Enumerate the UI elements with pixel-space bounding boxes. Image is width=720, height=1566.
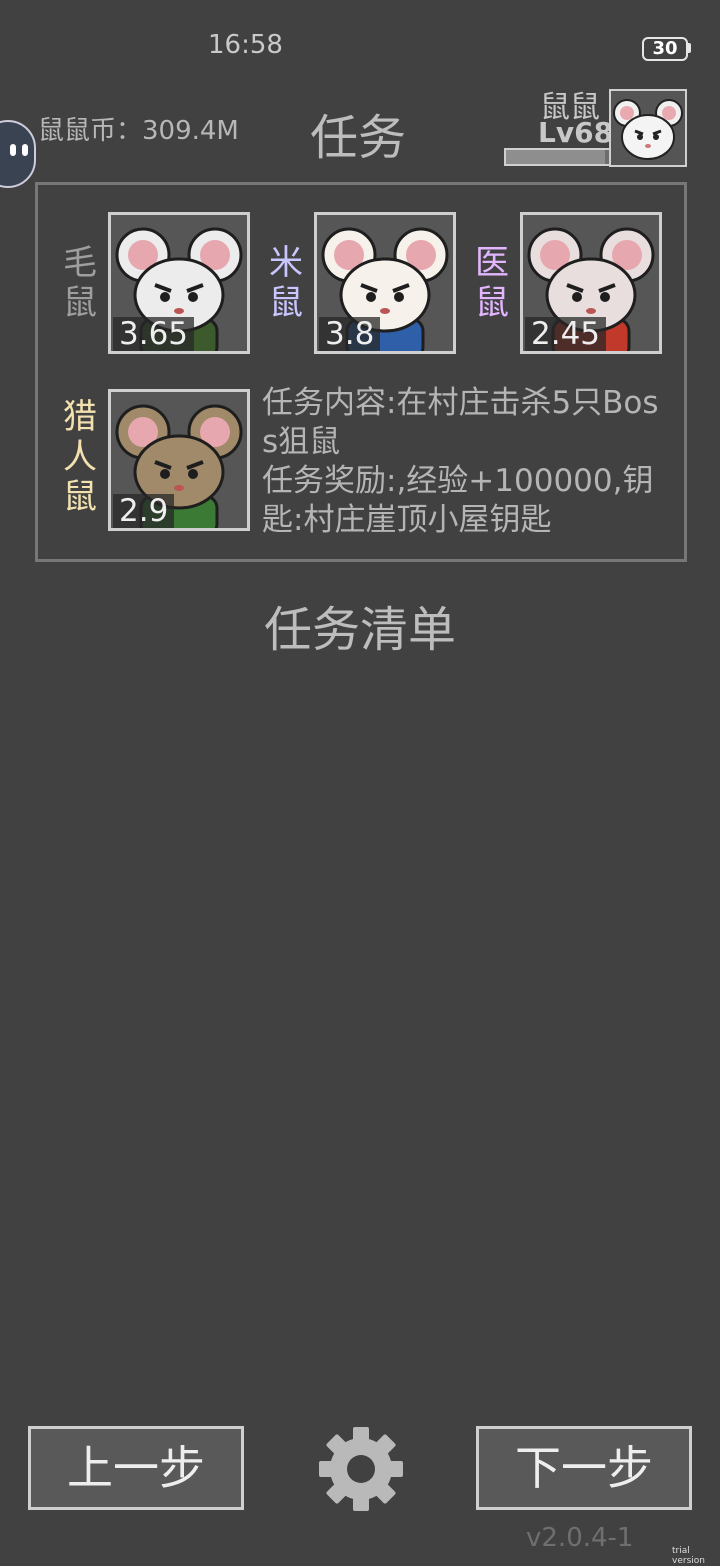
member-portrait[interactable]: 3.65: [108, 212, 250, 354]
floating-assistant-icon[interactable]: [0, 120, 36, 188]
member-power: 2.45: [525, 317, 607, 351]
member-portrait[interactable]: 3.8: [314, 212, 456, 354]
player-level: Lv68: [538, 116, 614, 149]
member-power: 3.65: [113, 317, 195, 351]
member-name-4: 猎人鼠: [63, 397, 97, 517]
member-name: 米鼠: [266, 243, 306, 323]
coin-balance: 鼠鼠币：309.4M: [38, 116, 239, 146]
player-avatar[interactable]: [609, 89, 687, 167]
trial-watermark: trial version: [672, 1546, 705, 1566]
member-name-2: 米鼠: [269, 243, 303, 323]
member-power: 2.9: [113, 494, 175, 528]
member-portrait[interactable]: 2.9: [108, 389, 250, 531]
member-name-3: 医鼠: [475, 243, 509, 323]
member-portrait[interactable]: 2.45: [520, 212, 662, 354]
prev-step-button[interactable]: 上一步: [28, 1426, 244, 1510]
exp-progress-bar: [504, 148, 612, 166]
task-description: 任务内容:在村庄击杀5只Boss狙鼠 任务奖励:,经验+100000,钥匙:村庄…: [262, 384, 674, 540]
member-power: 3.8: [319, 317, 381, 351]
version-label: v2.0.4-1: [526, 1523, 634, 1553]
task-content: 任务内容:在村庄击杀5只Boss狙鼠: [262, 385, 659, 460]
battery-indicator: 30: [642, 37, 688, 61]
member-name: 猎人鼠: [60, 397, 100, 517]
mouse-face-icon: [613, 99, 683, 160]
page-title: 任务: [310, 110, 407, 166]
member-name: 毛鼠: [60, 243, 100, 323]
exp-progress-fill: [506, 150, 605, 164]
task-list-title: 任务清单: [263, 602, 456, 658]
task-reward: 任务奖励:,经验+100000,钥匙:村庄崖顶小屋钥匙: [262, 463, 654, 538]
gear-icon[interactable]: [318, 1426, 404, 1512]
member-name: 医鼠: [472, 243, 512, 323]
status-time: 16:58: [208, 30, 283, 60]
next-step-button[interactable]: 下一步: [476, 1426, 692, 1510]
battery-tip: [688, 43, 691, 53]
member-name-1: 毛鼠: [63, 243, 97, 323]
